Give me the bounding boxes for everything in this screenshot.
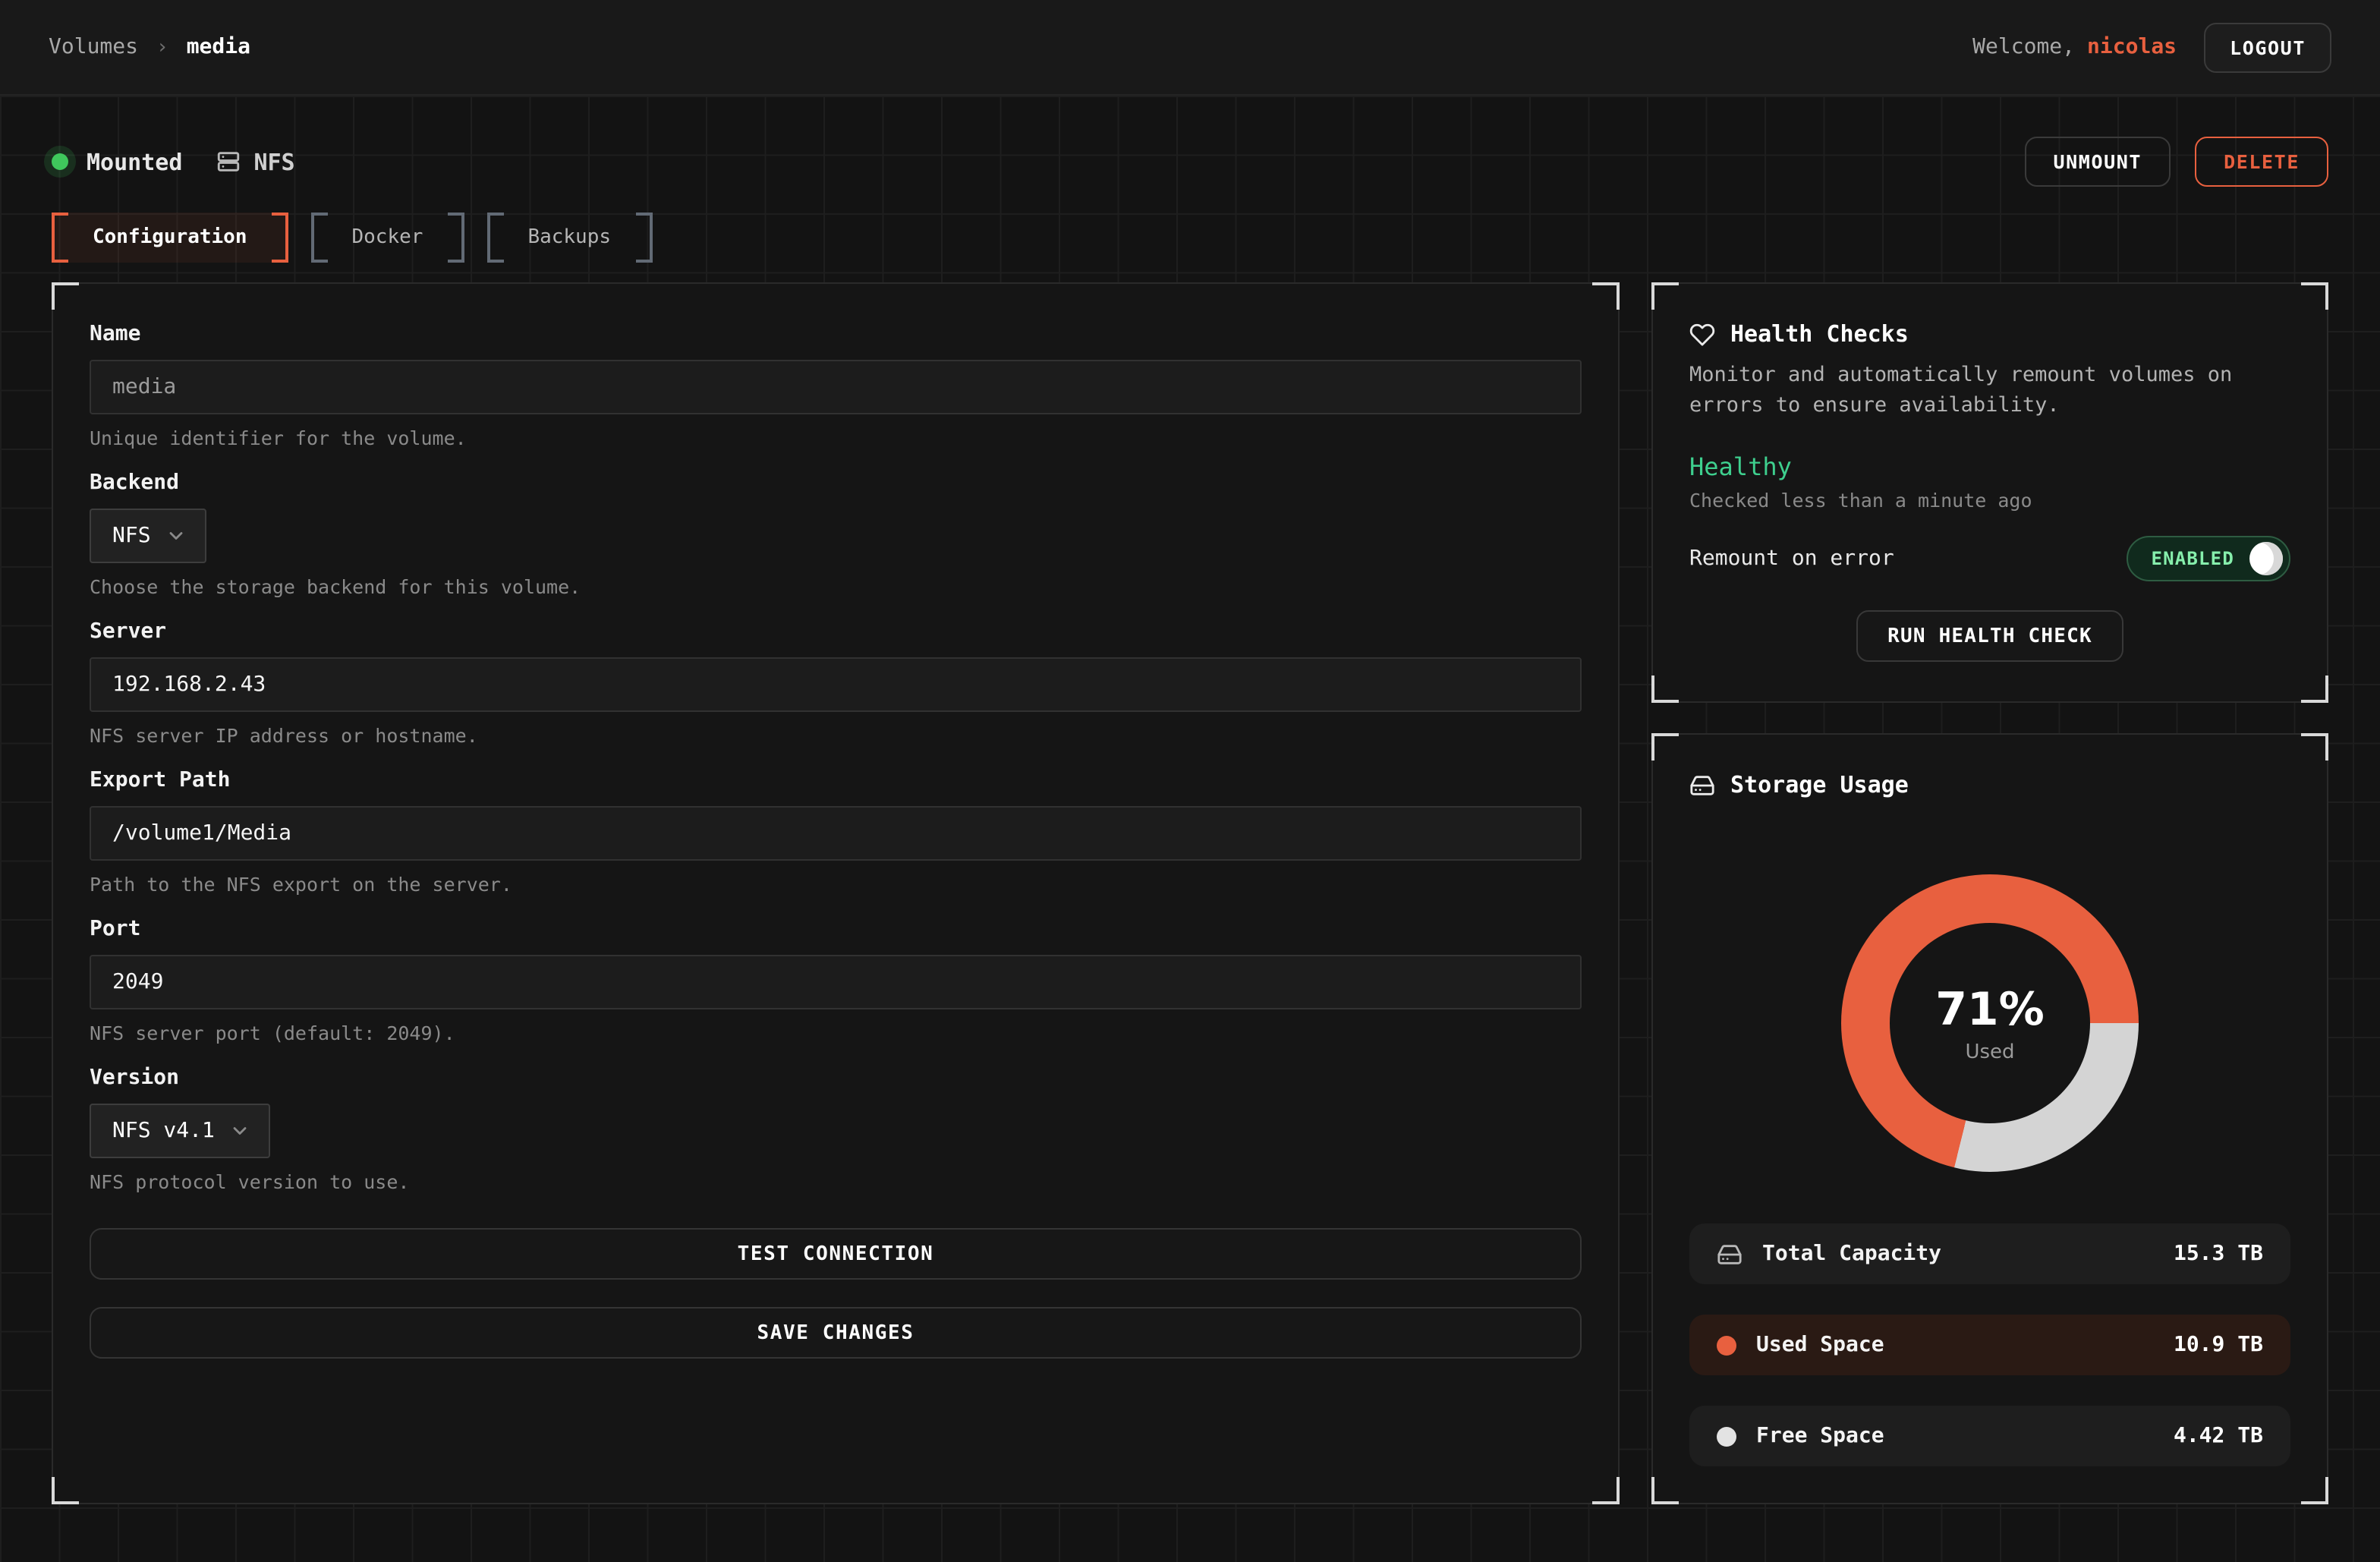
free-space-dot-icon [1717, 1426, 1736, 1446]
legend-label: Free Space [1756, 1424, 1884, 1448]
tab-configuration[interactable]: Configuration [52, 213, 288, 263]
export-path-helper: Path to the NFS export on the server. [90, 873, 1582, 897]
used-space-dot-icon [1717, 1335, 1736, 1355]
server-label: Server [90, 618, 1582, 645]
legend-value: 4.42 TB [2174, 1424, 2263, 1448]
breadcrumb-current: media [187, 35, 250, 59]
backend-helper: Choose the storage backend for this volu… [90, 575, 1582, 600]
chevron-right-icon: › [156, 36, 168, 58]
legend-value: 10.9 TB [2174, 1333, 2263, 1357]
storage-usage-header: Storage Usage [1689, 771, 2290, 798]
donut-percent-label: Used [1965, 1041, 2014, 1063]
test-connection-button[interactable]: TEST CONNECTION [90, 1228, 1582, 1280]
configuration-panel: Name Unique identifier for the volume. B… [52, 282, 1620, 1504]
remount-toggle-label: ENABLED [2151, 548, 2234, 569]
version-field-group: Version NFS v4.1 NFS protocol version to… [90, 1064, 1582, 1195]
server-field-group: Server NFS server IP address or hostname… [90, 618, 1582, 748]
legend-label: Total Capacity [1762, 1242, 1941, 1266]
backend-select[interactable]: NFS [90, 509, 207, 563]
heart-icon [1689, 321, 1715, 347]
export-path-label: Export Path [90, 767, 1582, 794]
legend-row-free-space[interactable]: Free Space 4.42 TB [1689, 1406, 2290, 1466]
welcome-prefix: Welcome, [1972, 35, 2075, 59]
unmount-button[interactable]: UNMOUNT [2025, 137, 2171, 187]
donut-center: 71% Used [1890, 923, 2090, 1123]
version-select-value: NFS v4.1 [112, 1119, 215, 1143]
port-input[interactable] [90, 955, 1582, 1009]
port-helper: NFS server port (default: 2049). [90, 1022, 1582, 1046]
status-row: Mounted NFS UNMOUNT DELETE [52, 137, 2328, 187]
tab-bar: Configuration Docker Backups [52, 213, 2328, 263]
chevron-down-icon [166, 525, 187, 546]
top-bar-right: Welcome, nicolas LOGOUT [1972, 22, 2331, 72]
save-changes-button[interactable]: SAVE CHANGES [90, 1307, 1582, 1359]
breadcrumb-volumes-link[interactable]: Volumes [49, 35, 138, 59]
breadcrumb: Volumes › media [49, 35, 250, 59]
backend-field-group: Backend NFS Choose the storage backend f… [90, 469, 1582, 600]
hard-drive-icon [1689, 772, 1715, 798]
name-label: Name [90, 320, 1582, 348]
donut-percent-value: 71% [1935, 983, 2045, 1036]
health-last-checked: Checked less than a minute ago [1689, 489, 2290, 512]
top-bar: Volumes › media Welcome, nicolas LOGOUT [0, 0, 2380, 96]
delete-button[interactable]: DELETE [2195, 137, 2328, 187]
version-helper: NFS protocol version to use. [90, 1170, 1582, 1195]
name-input[interactable] [90, 360, 1582, 414]
port-label: Port [90, 915, 1582, 943]
backend-select-value: NFS [112, 524, 151, 548]
welcome-text: Welcome, nicolas [1972, 35, 2177, 59]
content-area: Mounted NFS UNMOUNT DELETE Configuration… [0, 137, 2380, 1504]
run-health-check-button[interactable]: RUN HEALTH CHECK [1856, 610, 2124, 662]
health-status: Healthy [1689, 452, 2290, 481]
username: nicolas [2087, 35, 2177, 59]
health-checks-title: Health Checks [1730, 320, 1909, 348]
name-helper: Unique identifier for the volume. [90, 427, 1582, 451]
export-path-input[interactable] [90, 806, 1582, 861]
remount-toggle[interactable]: ENABLED [2127, 536, 2290, 581]
remount-label: Remount on error [1689, 546, 1894, 571]
chevron-down-icon [230, 1120, 251, 1142]
storage-usage-panel: Storage Usage 71% Used Tot [1651, 733, 2328, 1504]
export-path-field-group: Export Path Path to the NFS export on th… [90, 767, 1582, 897]
remount-setting-row: Remount on error ENABLED [1689, 536, 2290, 581]
tab-backups[interactable]: Backups [486, 213, 652, 263]
version-label: Version [90, 1064, 1582, 1091]
health-checks-description: Monitor and automatically remount volume… [1689, 361, 2290, 420]
version-select[interactable]: NFS v4.1 [90, 1104, 271, 1158]
backend-badge: NFS [253, 148, 294, 175]
tab-docker[interactable]: Docker [311, 213, 464, 263]
legend-label: Used Space [1756, 1333, 1884, 1357]
name-field-group: Name Unique identifier for the volume. [90, 320, 1582, 451]
server-helper: NFS server IP address or hostname. [90, 724, 1582, 748]
mounted-status-label: Mounted [87, 148, 182, 175]
legend-value: 15.3 TB [2174, 1242, 2263, 1266]
server-input[interactable] [90, 657, 1582, 712]
port-field-group: Port NFS server port (default: 2049). [90, 915, 1582, 1046]
legend-row-used-space[interactable]: Used Space 10.9 TB [1689, 1315, 2290, 1375]
two-column-layout: Name Unique identifier for the volume. B… [52, 282, 2328, 1504]
server-stack-icon [216, 149, 241, 175]
right-column: Health Checks Monitor and automatically … [1651, 282, 2328, 1504]
backend-label: Backend [90, 469, 1582, 496]
legend-row-total-capacity[interactable]: Total Capacity 15.3 TB [1689, 1223, 2290, 1284]
volume-detail-page: Volumes › media Welcome, nicolas LOGOUT M… [0, 0, 2380, 1562]
storage-usage-title: Storage Usage [1730, 771, 1909, 798]
form-actions: TEST CONNECTION SAVE CHANGES [90, 1228, 1582, 1359]
hard-drive-icon [1717, 1241, 1742, 1267]
logout-button[interactable]: LOGOUT [2204, 22, 2331, 72]
storage-legend: Total Capacity 15.3 TB Used Space 10.9 T… [1689, 1223, 2290, 1466]
health-checks-panel: Health Checks Monitor and automatically … [1651, 282, 2328, 703]
health-checks-header: Health Checks [1689, 320, 2290, 348]
storage-donut-chart: 71% Used [1841, 874, 2139, 1172]
mounted-status-icon [52, 153, 68, 170]
toggle-knob [2249, 542, 2283, 575]
